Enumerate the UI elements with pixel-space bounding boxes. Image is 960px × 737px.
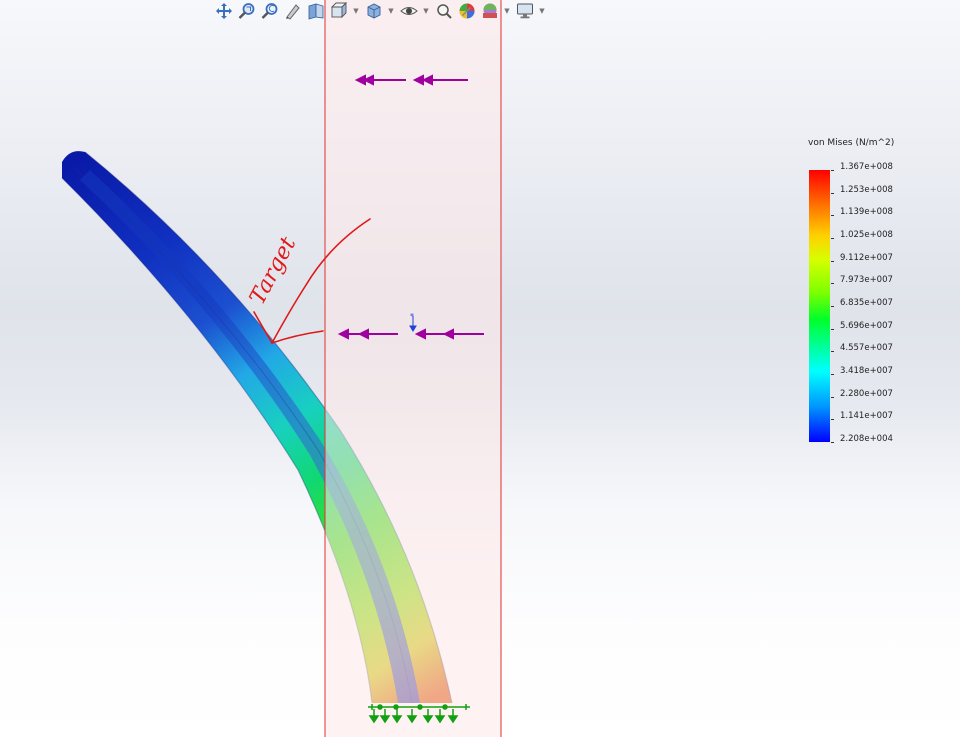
display-style-icon (367, 3, 381, 19)
apply-scene-button[interactable] (480, 1, 500, 21)
legend-value: 7.973e+007 (840, 275, 893, 286)
section-plane-button[interactable] (306, 1, 326, 21)
pen-section-icon (286, 4, 300, 20)
legend-tick (831, 215, 834, 217)
edit-appearance-button[interactable] (434, 1, 454, 21)
display-style-button[interactable] (364, 1, 384, 21)
view-settings-button[interactable] (515, 1, 535, 21)
zoom-to-fit-icon (216, 3, 232, 19)
zoom-to-area-icon (238, 3, 255, 19)
legend-tick (831, 419, 834, 421)
display-style-dropdown[interactable]: ▼ (387, 1, 395, 21)
legend-color-bar (809, 170, 830, 442)
legend-tick (831, 192, 834, 194)
appearance-palette-button[interactable] (457, 1, 477, 21)
legend-value: 4.557e+007 (840, 343, 893, 354)
handwritten-label: Target (245, 233, 301, 309)
legend-value: 1.025e+008 (840, 230, 893, 240)
hide-show-items-dropdown[interactable]: ▼ (422, 1, 430, 21)
hide-show-items-icon (400, 7, 418, 15)
legend-tick (831, 238, 834, 239)
legend-value: 9.112e+007 (840, 252, 893, 263)
legend-tick (831, 260, 834, 262)
legend-tick (831, 283, 834, 285)
hide-show-items-button[interactable] (399, 1, 419, 21)
view-orientation-dropdown[interactable]: ▼ (352, 1, 360, 21)
legend-value: 1.139e+008 (840, 207, 893, 218)
legend-tick (831, 306, 834, 307)
view-settings-dropdown[interactable]: ▼ (538, 1, 546, 21)
edit-appearance-icon (459, 3, 475, 19)
legend-value: 2.280e+007 (840, 388, 893, 399)
legend-tick (831, 170, 834, 171)
section-view-button[interactable] (283, 1, 303, 21)
view-orientation-icon (330, 2, 348, 19)
legend-value: 5.696e+007 (840, 320, 893, 331)
legend-value: 1.367e+008 (840, 162, 893, 172)
section-plane[interactable] (324, 0, 502, 737)
legend-value: 2.208e+004 (840, 434, 893, 444)
magnifier-appearance-icon (437, 4, 452, 19)
legend-value: 6.835e+007 (840, 298, 893, 308)
previous-view-button[interactable] (260, 1, 280, 21)
legend-value: 1.253e+008 (840, 184, 893, 195)
apply-scene-icon (483, 3, 497, 18)
zoom-to-fit-button[interactable] (214, 1, 234, 21)
view-orientation-button[interactable] (329, 1, 349, 21)
zoom-to-area-button[interactable] (237, 1, 257, 21)
legend-title: von Mises (N/m^2) (808, 138, 895, 148)
handwritten-target-label: Target (245, 233, 301, 309)
view-settings-icon (517, 3, 533, 19)
svg-text:*: * (410, 312, 414, 321)
graphics-viewport[interactable]: * Target ▼ ▼ ▼ ▼ ▼ von Mises (N/m^2) 1.3… (0, 0, 960, 737)
legend-tick (831, 374, 834, 375)
legend-tick (831, 442, 834, 443)
legend-value: 1.141e+007 (840, 411, 893, 422)
legend-tick (831, 351, 834, 353)
apply-scene-dropdown[interactable]: ▼ (503, 1, 511, 21)
legend-value: 3.418e+007 (840, 366, 893, 376)
heads-up-view-toolbar: ▼ ▼ ▼ ▼ ▼ (214, 0, 550, 22)
legend-tick (831, 396, 834, 398)
previous-view-icon (261, 3, 278, 19)
legend-tick (831, 328, 834, 330)
section-view-icon (308, 3, 324, 20)
